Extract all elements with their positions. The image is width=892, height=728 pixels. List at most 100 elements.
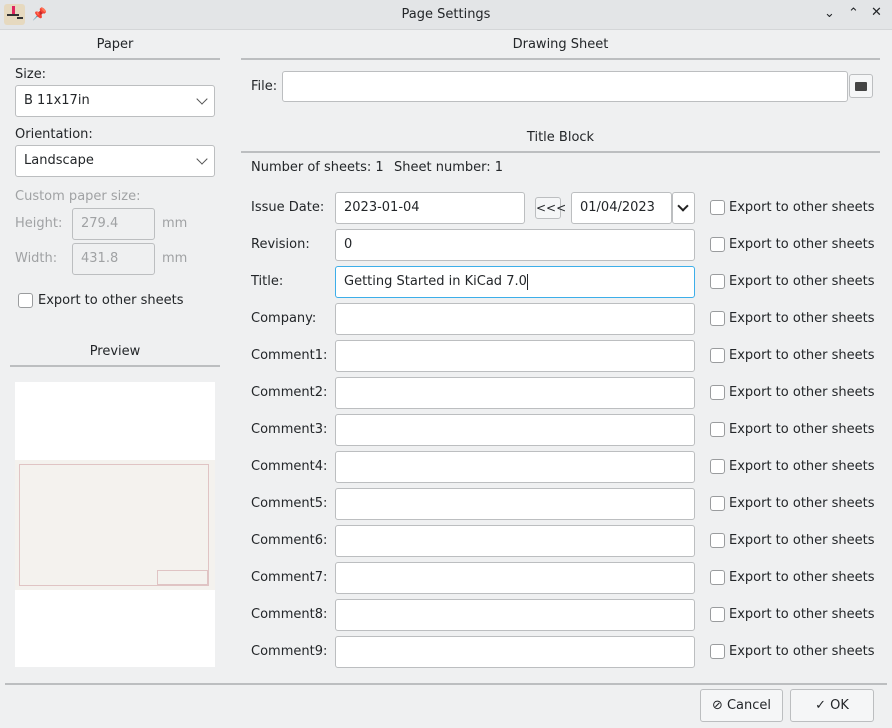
field-label: Comment6: — [251, 533, 328, 548]
field-value: 2023-01-04 — [344, 200, 420, 215]
export-checkbox[interactable] — [710, 311, 725, 326]
sheet-border — [19, 464, 209, 586]
field-input[interactable] — [335, 599, 695, 631]
field-label: Comment5: — [251, 496, 328, 511]
file-input[interactable] — [282, 71, 848, 102]
field-input[interactable] — [335, 414, 695, 446]
divider — [10, 58, 220, 60]
export-label: Export to other sheets — [729, 644, 875, 659]
maximize-icon[interactable]: ⌃ — [848, 6, 859, 21]
export-checkbox[interactable] — [710, 237, 725, 252]
cancel-button[interactable]: ⊘ Cancel — [700, 689, 783, 722]
export-label: Export to other sheets — [729, 496, 875, 511]
field-input[interactable] — [335, 488, 695, 520]
paper-header: Paper — [96, 37, 134, 52]
export-checkbox[interactable] — [710, 422, 725, 437]
field-input[interactable] — [335, 525, 695, 557]
custom-size-label: Custom paper size: — [15, 189, 141, 204]
height-input[interactable]: 279.4 — [72, 208, 155, 240]
field-input[interactable] — [335, 451, 695, 483]
field-label: Title: — [251, 274, 284, 289]
date-picker-dropdown[interactable] — [672, 192, 695, 224]
window-title: Page Settings — [401, 7, 491, 22]
paper-export-checkbox[interactable] — [18, 293, 33, 308]
chevron-down-icon — [196, 153, 208, 165]
export-checkbox[interactable] — [710, 607, 725, 622]
check-icon: ✓ — [815, 698, 831, 713]
height-unit: mm — [162, 216, 188, 231]
export-label: Export to other sheets — [729, 348, 875, 363]
preview-header: Preview — [89, 344, 141, 359]
field-input[interactable]: 2023-01-04 — [335, 192, 525, 224]
export-checkbox[interactable] — [710, 348, 725, 363]
export-label: Export to other sheets — [729, 311, 875, 326]
field-input[interactable]: 0 — [335, 229, 695, 261]
orientation-value: Landscape — [24, 153, 94, 168]
ok-button[interactable]: ✓ OK — [790, 689, 874, 722]
folder-icon — [855, 81, 867, 91]
export-checkbox[interactable] — [710, 274, 725, 289]
field-input[interactable] — [335, 377, 695, 409]
field-label: Comment2: — [251, 385, 328, 400]
field-value: 0 — [344, 237, 353, 252]
paper-export-label: Export to other sheets — [38, 293, 184, 308]
text-cursor — [526, 273, 528, 290]
field-label: Comment3: — [251, 422, 328, 437]
cancel-icon: ⊘ — [711, 698, 727, 713]
sheet-number: Sheet number: 1 — [394, 160, 504, 175]
size-select[interactable]: B 11x17in — [15, 85, 215, 117]
field-input[interactable] — [335, 303, 695, 335]
export-checkbox[interactable] — [710, 385, 725, 400]
sheet-preview — [15, 460, 215, 590]
export-checkbox[interactable] — [710, 200, 725, 215]
export-checkbox[interactable] — [710, 570, 725, 585]
divider — [241, 58, 880, 60]
width-input[interactable]: 431.8 — [72, 243, 155, 275]
date-picker-input[interactable]: 01/04/2023 — [571, 192, 672, 224]
field-label: Comment9: — [251, 644, 328, 659]
browse-folder-button[interactable] — [849, 74, 873, 98]
divider — [241, 151, 880, 153]
width-unit: mm — [162, 251, 188, 266]
preview-canvas — [15, 382, 215, 667]
height-label: Height: — [15, 216, 63, 231]
drawing-sheet-header: Drawing Sheet — [512, 37, 609, 52]
export-label: Export to other sheets — [729, 237, 875, 252]
export-label: Export to other sheets — [729, 607, 875, 622]
field-input[interactable] — [335, 636, 695, 668]
export-label: Export to other sheets — [729, 570, 875, 585]
file-label: File: — [251, 79, 278, 94]
export-checkbox[interactable] — [710, 533, 725, 548]
export-checkbox[interactable] — [710, 459, 725, 474]
divider — [10, 365, 220, 367]
title-bar: 📌 Page Settings ⌄ ⌃ ✕ — [0, 0, 892, 30]
minimize-icon[interactable]: ⌄ — [824, 6, 835, 21]
export-checkbox[interactable] — [710, 644, 725, 659]
size-label: Size: — [15, 67, 47, 82]
export-label: Export to other sheets — [729, 459, 875, 474]
copy-date-button[interactable]: <<< — [535, 197, 566, 219]
size-value: B 11x17in — [24, 93, 90, 108]
export-label: Export to other sheets — [729, 533, 875, 548]
field-input[interactable]: Getting Started in KiCad 7.0 — [335, 266, 695, 298]
field-value: Getting Started in KiCad 7.0 — [344, 274, 527, 289]
orientation-label: Orientation: — [15, 127, 93, 142]
field-label: Revision: — [251, 237, 310, 252]
title-block-preview — [157, 570, 208, 585]
title-block-header: Title Block — [526, 130, 595, 145]
width-label: Width: — [15, 251, 58, 266]
export-label: Export to other sheets — [729, 422, 875, 437]
export-checkbox[interactable] — [710, 496, 725, 511]
export-label: Export to other sheets — [729, 385, 875, 400]
field-input[interactable] — [335, 340, 695, 372]
ok-label: OK — [830, 698, 849, 713]
divider — [5, 683, 887, 685]
orientation-select[interactable]: Landscape — [15, 145, 215, 177]
cancel-label: Cancel — [726, 698, 772, 713]
field-label: Comment1: — [251, 348, 328, 363]
close-icon[interactable]: ✕ — [871, 5, 882, 20]
chevron-down-icon — [677, 200, 689, 212]
field-label: Comment4: — [251, 459, 328, 474]
export-label: Export to other sheets — [729, 200, 875, 215]
field-input[interactable] — [335, 562, 695, 594]
